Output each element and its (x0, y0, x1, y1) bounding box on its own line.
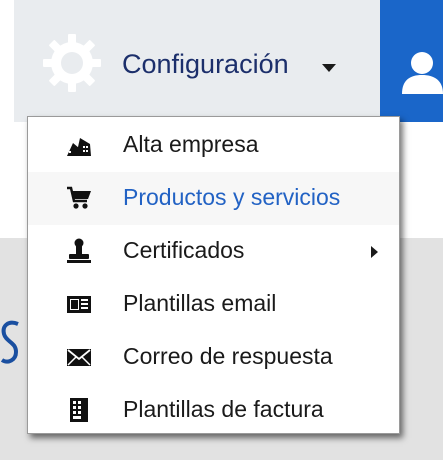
screen: Configuración Alta empresa Productos y s… (0, 0, 443, 460)
menu-item-label: Alta empresa (123, 131, 259, 157)
menu-item-certificados[interactable]: Certificados (28, 225, 399, 278)
email-template-icon (67, 296, 91, 313)
envelope-icon (67, 349, 91, 366)
menu-item-label: Plantillas de factura (123, 396, 324, 422)
menu-item-label: Plantillas email (123, 290, 277, 316)
menu-item-correo-de-respuesta[interactable]: Correo de respuesta (28, 331, 399, 384)
shopping-cart-icon (67, 186, 91, 209)
user-icon[interactable] (402, 50, 443, 94)
menu-item-productos-y-servicios[interactable]: Productos y servicios (28, 172, 399, 225)
configuracion-menu-toggle[interactable]: Configuración (14, 0, 380, 122)
configuracion-label: Configuración (122, 49, 289, 79)
invoice-template-icon (70, 398, 88, 422)
companies-icon (67, 138, 91, 156)
gear-icon (43, 34, 101, 92)
menu-item-label: Certificados (123, 237, 245, 263)
menu-item-alta-empresa[interactable]: Alta empresa (28, 119, 399, 172)
menu-item-plantillas-de-factura[interactable]: Plantillas de factura (28, 384, 399, 437)
background-glyph (0, 320, 19, 364)
stamp-icon (67, 238, 91, 263)
menu-item-plantillas-email[interactable]: Plantillas email (28, 278, 399, 331)
configuracion-dropdown: Alta empresa Productos y servicios Certi… (27, 116, 400, 434)
chevron-right-icon (371, 246, 378, 258)
menu-item-label: Productos y servicios (123, 184, 341, 210)
menu-item-label: Correo de respuesta (123, 343, 333, 369)
chevron-down-icon (322, 64, 336, 72)
